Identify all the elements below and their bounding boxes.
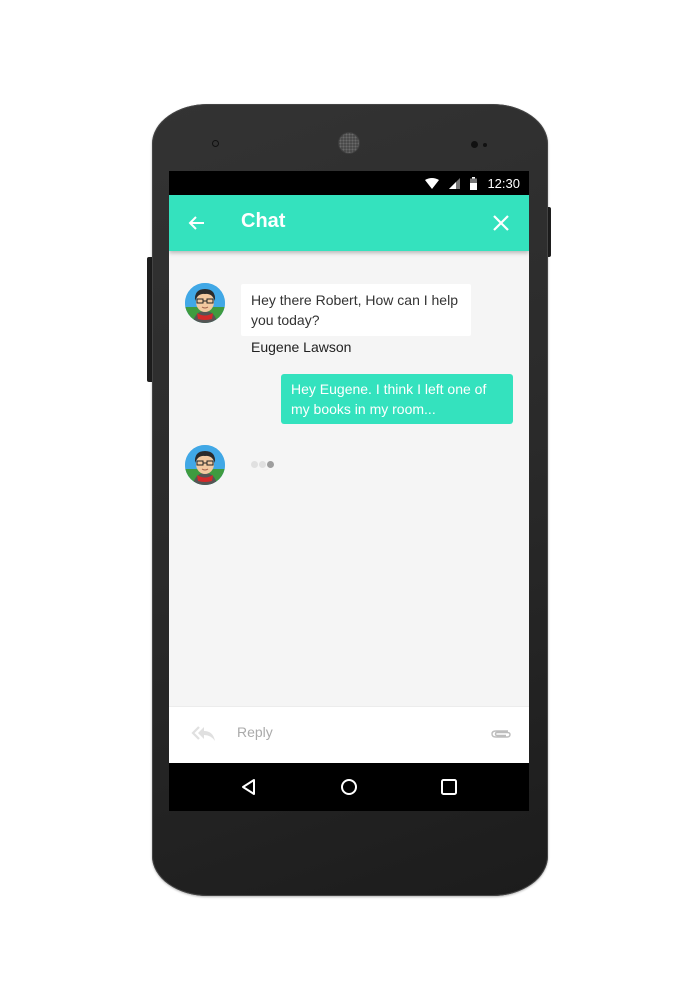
battery-icon [470,176,478,190]
typing-dot [251,461,258,468]
arrow-left-icon [188,216,204,230]
clock: 12:30 [487,175,520,191]
sender-name: Eugene Lawson [251,339,352,355]
recents-square-icon[interactable] [439,777,459,797]
avatar-eugene-icon [185,445,225,485]
status-bar: 12:30 [169,171,529,195]
earpiece-speaker [339,133,359,153]
wifi-icon [425,177,440,189]
page-title: Chat [241,210,286,232]
close-icon [493,215,509,231]
home-circle-icon[interactable] [339,777,359,797]
reply-input[interactable] [237,724,467,740]
message-bubble-outgoing: Hey Eugene. I think I left one of my boo… [281,374,513,424]
light-sensor [483,143,487,147]
close-button[interactable] [492,214,510,232]
back-button[interactable] [187,213,207,233]
phone-screen: 12:30 Chat Hey there Robert, How can I h… [169,171,529,811]
signal-icon [449,177,461,189]
proximity-sensor [471,141,478,148]
typing-dot-active [267,461,274,468]
typing-dot [259,461,266,468]
typing-indicator [251,461,274,468]
avatar[interactable] [185,283,225,323]
message-bubble-incoming: Hey there Robert, How can I help you tod… [241,284,471,336]
reply-composer [169,706,529,763]
reply-all-icon[interactable] [191,725,217,748]
front-camera [212,140,219,147]
back-triangle-icon[interactable] [239,777,259,797]
paperclip-icon[interactable] [490,727,512,746]
system-nav-bar [169,763,529,811]
avatar-eugene-icon [185,283,225,323]
app-bar: Chat [169,195,529,251]
avatar[interactable] [185,445,225,485]
